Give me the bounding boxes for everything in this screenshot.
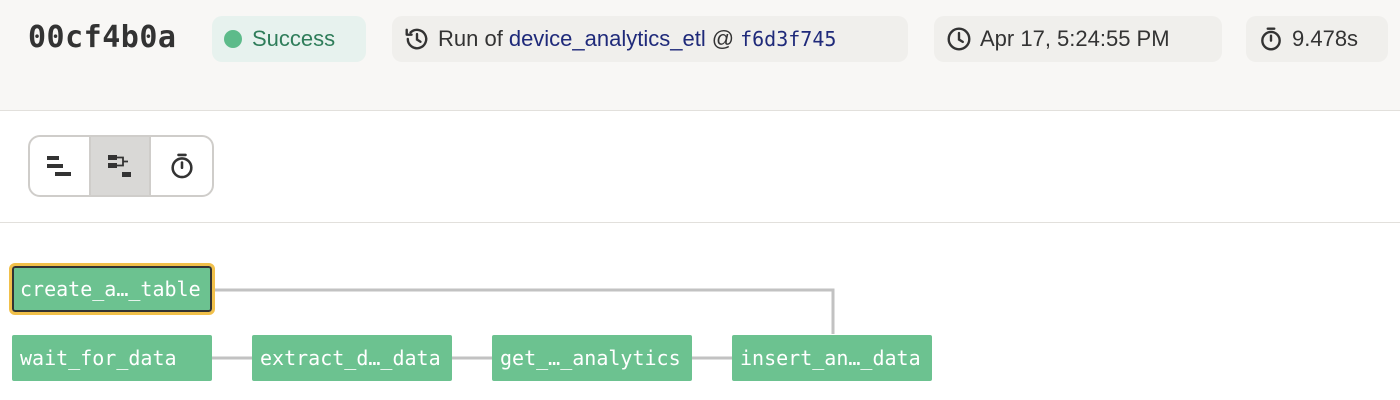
op-node-insert-data[interactable]: insert_an…_data <box>732 335 932 381</box>
timing-view-button[interactable] <box>151 137 212 195</box>
waterfall-view-button[interactable] <box>30 137 91 195</box>
clock-icon <box>947 27 971 51</box>
op-node-create-table[interactable]: create_a…_table <box>9 263 215 315</box>
stopwatch-icon <box>171 153 193 179</box>
at-symbol: @ <box>711 26 735 51</box>
edge-create-to-insert <box>214 288 835 334</box>
view-toolbar <box>0 111 1400 223</box>
job-link[interactable]: device_analytics_etl <box>509 26 706 52</box>
op-graph: create_a…_table wait_for_data extract_d…… <box>0 223 1400 400</box>
timer-icon <box>1261 27 1281 51</box>
run-duration: 9.478s <box>1292 26 1359 51</box>
waterfall-icon <box>47 156 72 176</box>
run-header: 00cf4b0a Success Run of device_analytics… <box>0 0 1400 111</box>
snapshot-link[interactable]: f6d3f745 <box>740 27 836 51</box>
run-timestamp: Apr 17, 5:24:55 PM <box>980 26 1170 51</box>
duration-chip: 9.478s <box>1246 16 1388 62</box>
op-node-wait-for-data[interactable]: wait_for_data <box>12 335 212 381</box>
op-node-get-analytics[interactable]: get_…_analytics <box>492 335 692 381</box>
graph-view-button[interactable] <box>90 137 152 195</box>
status-label: Success <box>252 26 336 51</box>
run-of-prefix: Run of <box>438 26 503 51</box>
run-of-chip: Run of device_analytics_etl @ f6d3f745 <box>392 16 908 62</box>
run-id: 00cf4b0a <box>28 20 177 55</box>
tree-graph-icon <box>108 155 132 177</box>
timestamp-chip: Apr 17, 5:24:55 PM <box>934 16 1222 62</box>
view-mode-switcher <box>28 135 214 197</box>
history-icon <box>405 28 428 50</box>
op-node-extract-data[interactable]: extract_d…_data <box>252 335 452 381</box>
status-badge: Success <box>212 16 366 62</box>
status-dot-icon <box>224 30 242 48</box>
